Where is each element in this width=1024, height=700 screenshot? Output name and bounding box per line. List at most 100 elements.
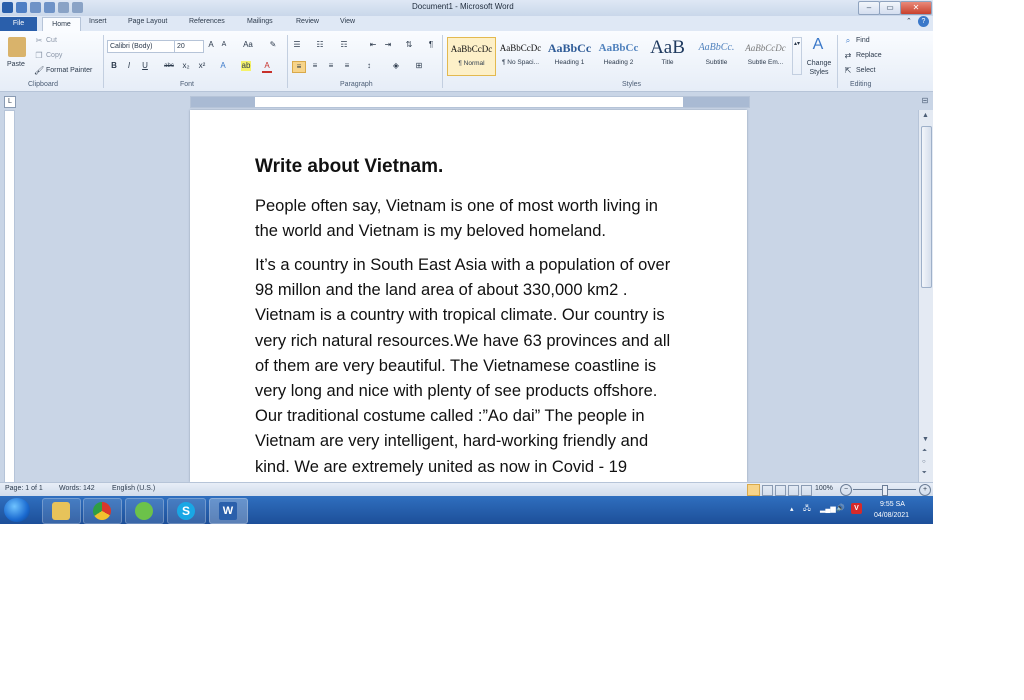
tab-insert[interactable]: Insert [89, 18, 107, 25]
scroll-down-icon[interactable]: ▼ [922, 436, 929, 443]
select-icon[interactable]: ⇱ [843, 66, 853, 76]
print-icon[interactable] [58, 2, 69, 13]
tab-page-layout[interactable]: Page Layout [128, 18, 167, 25]
scroll-thumb[interactable] [921, 126, 932, 288]
paragraph-1[interactable]: People often say, Vietnam is one of most… [255, 194, 695, 244]
paste-icon[interactable] [8, 37, 26, 57]
volume-icon[interactable]: 🔊 [836, 504, 845, 512]
web-layout-view-icon[interactable] [775, 485, 786, 496]
restore-button[interactable]: ▭ [879, 1, 901, 15]
subscript-icon[interactable]: x₂ [181, 61, 191, 71]
draft-view-icon[interactable] [801, 485, 812, 496]
document-heading[interactable]: Write about Vietnam. [255, 156, 443, 178]
tab-references[interactable]: References [189, 18, 225, 25]
zoom-slider-thumb[interactable] [882, 485, 888, 496]
style-subtitle[interactable]: AaBbCc. Subtitle [693, 37, 740, 74]
vertical-scrollbar[interactable]: ▲ ▼ ⏶ ○ ⏷ [918, 110, 933, 482]
show-hidden-icons-icon[interactable]: ▴ [790, 505, 794, 513]
numbering-icon[interactable]: ☷ [315, 40, 325, 50]
language-indicator[interactable]: English (U.S.) [112, 485, 155, 492]
justify-icon[interactable]: ≡ [342, 61, 352, 71]
find-button[interactable]: Find [856, 37, 870, 44]
taskbar-skype-button[interactable]: S [167, 498, 206, 524]
style-no-spacing[interactable]: AaBbCcDc ¶ No Spaci... [497, 37, 544, 74]
taskbar-explorer-button[interactable] [42, 498, 81, 524]
font-size-box[interactable]: 20 [174, 40, 204, 53]
style-heading-2[interactable]: AaBbCc Heading 2 [595, 37, 642, 74]
style-normal[interactable]: AaBbCcDc ¶ Normal [447, 37, 496, 76]
select-button[interactable]: Select [856, 67, 875, 74]
shrink-font-icon[interactable]: A [219, 40, 229, 50]
change-styles-icon[interactable]: A [808, 36, 828, 54]
taskbar-chrome-button[interactable] [83, 498, 122, 524]
bullets-icon[interactable]: ☰ [292, 40, 302, 50]
show-formatting-icon[interactable]: ¶ [426, 40, 436, 50]
cut-icon[interactable]: ✂ [34, 36, 44, 46]
next-page-icon[interactable]: ⏷ [922, 470, 927, 477]
network-device-icon[interactable]: 🖧 [803, 504, 811, 515]
zoom-level[interactable]: 100% [815, 485, 833, 492]
replace-icon[interactable]: ⇄ [843, 51, 853, 61]
scroll-up-icon[interactable]: ▲ [922, 112, 929, 119]
document-page[interactable]: Write about Vietnam. People often say, V… [190, 110, 747, 482]
tab-home[interactable]: Home [42, 17, 81, 32]
signal-icon[interactable]: ▂▄▆ [820, 505, 836, 513]
minimize-ribbon-icon[interactable]: ⌃ [906, 17, 912, 25]
sort-icon[interactable]: ⇅ [404, 40, 414, 50]
decrease-indent-icon[interactable]: ⇤ [368, 40, 378, 50]
language-switch[interactable]: V [851, 503, 862, 514]
styles-scroll-icon[interactable]: ▴▾ [792, 37, 802, 75]
outline-view-icon[interactable] [788, 485, 799, 496]
zoom-in-icon[interactable]: + [919, 484, 931, 496]
clear-formatting-icon[interactable]: ✎ [268, 40, 278, 50]
save-icon[interactable] [16, 2, 27, 13]
close-button[interactable]: ✕ [900, 1, 932, 15]
find-icon[interactable]: ⌕ [843, 36, 853, 46]
increase-indent-icon[interactable]: ⇥ [383, 40, 393, 50]
highlight-icon[interactable]: ab [241, 61, 251, 71]
zoom-out-icon[interactable]: − [840, 484, 852, 496]
select-browse-object-icon[interactable]: ○ [922, 459, 926, 465]
taskbar-coccoc-button[interactable] [125, 498, 164, 524]
paragraph-2[interactable]: It’s a country in South East Asia with a… [255, 253, 695, 480]
full-screen-view-icon[interactable] [762, 485, 773, 496]
align-right-icon[interactable]: ≡ [326, 61, 336, 71]
paste-button[interactable]: Paste [7, 61, 25, 68]
bold-icon[interactable]: B [109, 61, 119, 71]
copy-icon[interactable]: ❐ [34, 51, 44, 61]
style-title[interactable]: AaB Title [644, 37, 691, 74]
print-layout-view-icon[interactable] [747, 484, 760, 496]
format-painter-icon[interactable]: 🖌 [34, 66, 44, 76]
font-color-icon[interactable]: A [262, 61, 272, 73]
word-app-icon[interactable] [2, 2, 13, 13]
style-heading-1[interactable]: AaBbCc Heading 1 [546, 37, 593, 74]
grow-font-icon[interactable]: A [206, 40, 216, 50]
start-button[interactable] [4, 498, 30, 522]
format-painter-button[interactable]: Format Painter [46, 67, 92, 74]
tab-view[interactable]: View [340, 18, 355, 25]
clock-time[interactable]: 9:55 SA [880, 501, 905, 508]
line-spacing-icon[interactable]: ↕ [364, 61, 374, 71]
print-preview-icon[interactable] [72, 2, 83, 13]
multilevel-list-icon[interactable]: ☶ [339, 40, 349, 50]
help-icon[interactable]: ? [918, 16, 929, 27]
tab-file[interactable]: File [0, 17, 37, 31]
text-effects-icon[interactable]: A [218, 61, 228, 71]
copy-button[interactable]: Copy [46, 52, 62, 59]
font-name-box[interactable]: Calibri (Body) [107, 40, 175, 53]
undo-icon[interactable] [30, 2, 41, 13]
style-subtle-emphasis[interactable]: AaBbCcDc Subtle Em... [742, 37, 789, 74]
cut-button[interactable]: Cut [46, 37, 57, 44]
shading-icon[interactable]: ◈ [391, 61, 401, 71]
change-case-icon[interactable]: Aa [240, 40, 256, 50]
align-center-icon[interactable]: ≡ [310, 61, 320, 71]
borders-icon[interactable]: ⊞ [414, 61, 424, 71]
tab-mailings[interactable]: Mailings [247, 18, 273, 25]
view-ruler-icon[interactable]: ⊟ [919, 96, 931, 106]
tab-selector[interactable]: L [4, 96, 16, 108]
page-count[interactable]: Page: 1 of 1 [5, 485, 43, 492]
replace-button[interactable]: Replace [856, 52, 882, 59]
horizontal-ruler[interactable] [190, 96, 750, 108]
word-count[interactable]: Words: 142 [59, 485, 95, 492]
change-styles-button[interactable]: Change Styles [805, 59, 833, 77]
